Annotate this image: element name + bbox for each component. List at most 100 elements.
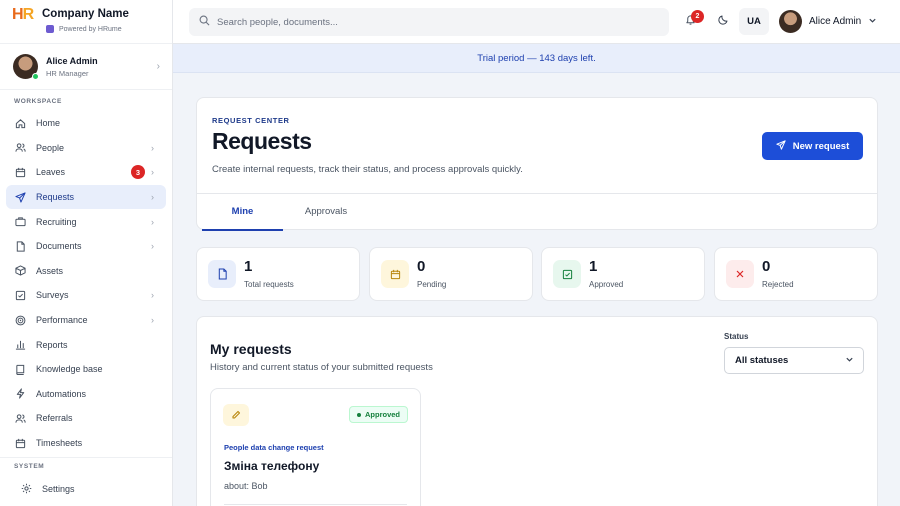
close-icon [726,260,754,288]
stat-total-requests: 1 Total requests [196,247,360,301]
pencil-icon [223,404,249,426]
sidebar-user-card[interactable]: Alice Admin HR Manager › [0,44,172,90]
target-icon [14,314,26,326]
send-icon [776,139,786,153]
request-name: Зміна телефону [224,459,320,473]
sidebar: HR Company Name Powered by HRume Alice A… [0,0,173,506]
request-about: about: Bob [224,481,268,491]
sidebar-item-documents[interactable]: Documents › [6,234,166,259]
box-icon [14,265,26,277]
sidebar-item-referrals[interactable]: Referrals [6,406,166,431]
status-filter-label: Status [724,332,749,341]
sidebar-item-label: Documents [36,241,82,252]
send-icon [14,191,26,203]
stat-value: 1 [589,258,598,275]
sidebar-item-label: Leaves [36,167,66,178]
sidebar-item-surveys[interactable]: Surveys › [6,283,166,308]
sidebar-item-recruiting[interactable]: Recruiting › [6,209,166,234]
users-icon [14,412,26,424]
sidebar-item-label: Referrals [36,413,73,424]
request-type: People data change request [224,443,324,452]
stat-value: 1 [244,258,253,275]
status-filter-value: All statuses [735,355,789,366]
sidebar-user-role: HR Manager [46,68,89,78]
brand-logo[interactable]: HR [12,7,36,23]
stat-pending: 0 Pending [369,247,533,301]
trial-banner: Trial period — 143 days left. [173,44,900,73]
sidebar-item-label: Performance [36,315,88,326]
section-label-workspace: WORKSPACE [14,98,62,105]
leaves-count-badge: 3 [131,165,145,180]
status-dot-icon [357,412,361,417]
language-switcher[interactable]: UA [739,8,769,35]
checkbox-icon [14,289,26,301]
stat-approved: 1 Approved [541,247,705,301]
header-user-menu[interactable]: Alice Admin [779,10,877,33]
sidebar-user-name: Alice Admin [46,55,98,66]
sidebar-item-automations[interactable]: Automations [6,382,166,407]
my-requests-card: My requests History and current status o… [196,316,878,506]
stat-value: 0 [417,258,426,275]
sidebar-item-label: Automations [36,388,87,399]
status-badge: Approved [349,406,409,423]
stat-label: Pending [417,280,447,289]
stat-label: Approved [589,280,624,289]
search-input[interactable] [217,16,637,28]
divider [224,504,407,505]
chevron-right-icon: › [151,167,154,178]
avatar [13,54,39,80]
tab-approvals[interactable]: Approvals [293,194,359,231]
page-title: Requests [212,128,312,154]
moon-icon[interactable] [718,14,729,28]
notification-count-badge: 2 [691,10,704,23]
sidebar-item-people[interactable]: People › [6,136,166,161]
tab-mine[interactable]: Mine [202,194,283,231]
stat-label: Total requests [244,280,294,289]
sidebar-item-timesheets[interactable]: Timesheets [6,431,166,456]
sidebar-item-requests[interactable]: Requests › [6,184,166,210]
online-status-icon [32,73,39,80]
company-name: Company Name [42,8,129,20]
section-subtitle: History and current status of your submi… [210,362,433,373]
file-icon [14,240,26,252]
check-icon [553,260,581,288]
stat-rejected: 0 Rejected [714,247,878,301]
sidebar-item-label: Recruiting [36,216,77,227]
sidebar-item-reports[interactable]: Reports [6,332,166,357]
sidebar-item-label: Timesheets [36,438,83,449]
home-icon [14,117,26,129]
search-bar[interactable] [189,8,669,36]
chevron-right-icon: › [151,216,154,227]
bolt-icon [14,388,26,400]
search-icon [199,15,210,29]
sidebar-item-home[interactable]: Home [6,111,166,136]
sidebar-item-label: Requests [36,192,75,203]
sidebar-item-knowledge-base[interactable]: Knowledge base [6,357,166,382]
hrume-icon [46,25,54,33]
avatar [779,10,802,33]
stat-value: 0 [762,258,771,275]
section-title: My requests [210,341,292,357]
calendar-icon [381,260,409,288]
status-filter-select[interactable]: All statuses [724,347,864,374]
new-request-label: New request [792,140,850,152]
briefcase-icon [14,216,26,228]
page-subtitle: Create internal requests, track their st… [212,164,523,175]
chevron-right-icon: › [151,290,154,301]
new-request-button[interactable]: New request [762,132,863,160]
chevron-down-icon [845,355,854,366]
bar-chart-icon [14,339,26,351]
sidebar-item-performance[interactable]: Performance › [6,308,166,333]
sidebar-item-label: People [36,142,65,153]
sidebar-item-assets[interactable]: Assets [6,259,166,284]
sidebar-item-leaves[interactable]: Leaves 3 › [6,160,166,185]
sidebar-item-settings[interactable]: Settings [6,476,166,501]
powered-by: Powered by HRume [46,25,129,33]
request-card[interactable]: Approved People data change request Змін… [210,388,421,506]
gear-icon [20,483,32,495]
chevron-right-icon: › [151,315,154,326]
calendar-icon [14,166,26,178]
section-label-system: SYSTEM [14,463,45,471]
users-icon [14,142,26,154]
chevron-right-icon: › [156,61,160,72]
